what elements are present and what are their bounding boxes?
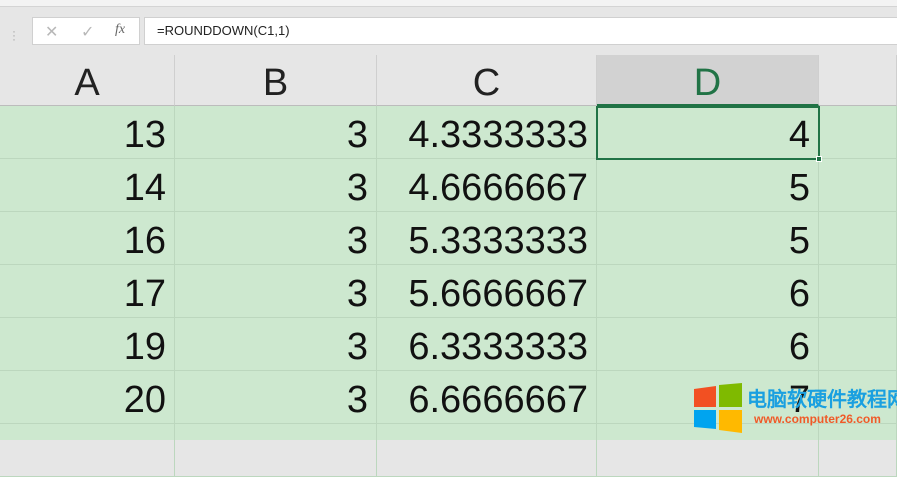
cell[interactable]: 6.3333333 <box>377 318 597 371</box>
cell[interactable]: 3 <box>175 265 377 318</box>
formula-bar: · · · ✕ ✓ fx =ROUNDDOWN(C1,1) <box>0 7 897 55</box>
cell[interactable]: 5.6666667 <box>377 265 597 318</box>
watermark: 电脑软硬件教程网 www.computer26.com <box>692 383 897 438</box>
cell[interactable]: 3 <box>175 106 377 159</box>
watermark-url: www.computer26.com <box>754 412 881 426</box>
grip-icon[interactable]: · · · <box>12 25 16 45</box>
cell[interactable] <box>819 159 897 212</box>
cell[interactable]: 5.3333333 <box>377 212 597 265</box>
cell[interactable]: 16 <box>0 212 175 265</box>
cell[interactable] <box>0 424 175 477</box>
cancel-icon[interactable]: ✕ <box>45 22 58 42</box>
cell[interactable] <box>819 106 897 159</box>
cell[interactable]: 14 <box>0 159 175 212</box>
cell[interactable]: 5 <box>597 212 819 265</box>
ribbon-edge <box>0 0 897 7</box>
cell[interactable]: 6 <box>597 318 819 371</box>
cell[interactable]: 6.6666667 <box>377 371 597 424</box>
column-header-d[interactable]: D <box>597 55 819 106</box>
formula-buttons: ✕ ✓ fx <box>32 17 140 45</box>
enter-icon[interactable]: ✓ <box>81 22 94 42</box>
formula-input[interactable]: =ROUNDDOWN(C1,1) <box>144 17 897 45</box>
column-header-a[interactable]: A <box>0 55 175 106</box>
cell[interactable]: 13 <box>0 106 175 159</box>
cell[interactable] <box>377 424 597 477</box>
column-header-b[interactable]: B <box>175 55 377 106</box>
cell[interactable]: 4.3333333 <box>377 106 597 159</box>
cell[interactable]: 17 <box>0 265 175 318</box>
windows-logo-icon <box>694 383 742 433</box>
insert-function-button[interactable]: fx <box>115 22 125 38</box>
cell[interactable] <box>819 424 897 477</box>
cell[interactable] <box>819 318 897 371</box>
cell[interactable] <box>819 265 897 318</box>
cell[interactable]: 20 <box>0 371 175 424</box>
cell[interactable]: 5 <box>597 159 819 212</box>
cell[interactable] <box>819 212 897 265</box>
cell[interactable] <box>175 424 377 477</box>
cell[interactable]: 4.6666667 <box>377 159 597 212</box>
active-cell-border <box>596 106 820 160</box>
cell[interactable]: 3 <box>175 318 377 371</box>
cell[interactable]: 19 <box>0 318 175 371</box>
column-header-e[interactable] <box>819 55 897 106</box>
cell[interactable]: 6 <box>597 265 819 318</box>
fill-handle[interactable] <box>816 156 822 162</box>
cell[interactable]: 3 <box>175 159 377 212</box>
cell[interactable]: 3 <box>175 212 377 265</box>
watermark-title: 电脑软硬件教程网 <box>747 389 897 411</box>
cell[interactable]: 3 <box>175 371 377 424</box>
column-header-c[interactable]: C <box>377 55 597 106</box>
